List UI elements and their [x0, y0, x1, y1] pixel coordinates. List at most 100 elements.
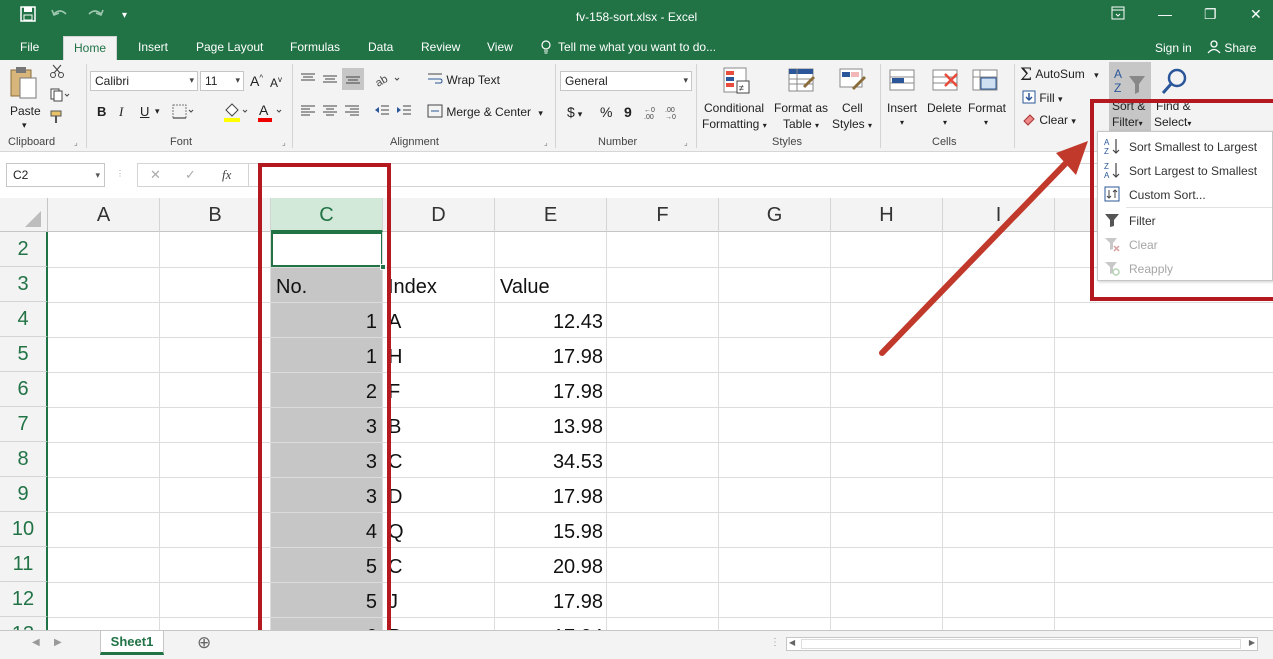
font-color-icon[interactable]: A — [256, 102, 284, 125]
paste-button[interactable]: Paste ▾ — [8, 66, 44, 130]
row-header-9[interactable]: 9 — [0, 477, 48, 512]
bold-button[interactable]: B — [97, 104, 106, 119]
underline-button[interactable]: U — [140, 104, 149, 119]
font-dialog-launcher-icon[interactable]: ⌟ — [282, 138, 286, 147]
cell-value[interactable]: 17.98 — [495, 337, 607, 372]
align-bottom-icon[interactable] — [342, 68, 364, 90]
tab-file[interactable]: File — [20, 40, 39, 54]
row-header-4[interactable]: 4 — [0, 302, 48, 337]
scroll-last-sheet-icon[interactable]: ▶ — [54, 637, 62, 648]
italic-button[interactable]: I — [119, 104, 123, 120]
row-header-2[interactable]: 2 — [0, 232, 48, 267]
cancel-entry-button[interactable]: ✕ — [150, 167, 161, 183]
row-header-5[interactable]: 5 — [0, 337, 48, 372]
cell-value[interactable]: 12.43 — [495, 302, 607, 337]
cell-value[interactable]: 17.98 — [495, 477, 607, 512]
column-header-e[interactable]: E — [495, 198, 607, 232]
scrollbar-thumb[interactable] — [801, 639, 1241, 649]
share-button[interactable]: Share — [1203, 37, 1260, 58]
cell-value[interactable]: 17.98 — [495, 582, 607, 617]
row-header-11[interactable]: 11 — [0, 547, 48, 582]
tab-data[interactable]: Data — [368, 40, 393, 54]
align-left-icon[interactable] — [300, 104, 316, 121]
cell-value[interactable]: 20.98 — [495, 547, 607, 582]
sign-in-link[interactable]: Sign in — [1155, 41, 1192, 55]
alignment-dialog-launcher-icon[interactable]: ⌟ — [544, 138, 548, 147]
tell-me-search[interactable]: Tell me what you want to do... — [558, 40, 716, 54]
row-header-8[interactable]: 8 — [0, 442, 48, 477]
underline-dropdown[interactable]: ▾ — [155, 106, 160, 117]
format-cells-button[interactable]: Format ▾ — [968, 64, 1008, 134]
insert-cells-button[interactable]: Insert ▾ — [884, 64, 922, 134]
cell-value[interactable]: 34.53 — [495, 442, 607, 477]
copy-icon[interactable] — [50, 88, 70, 105]
autosum-button[interactable]: Σ AutoSum ▾ — [1020, 65, 1099, 85]
align-top-icon[interactable] — [300, 72, 316, 89]
close-button[interactable]: ✕ — [1250, 6, 1262, 23]
cut-icon[interactable] — [50, 64, 64, 81]
currency-button[interactable]: $ ▾ — [567, 104, 582, 120]
column-header-d[interactable]: D — [383, 198, 495, 232]
row-header-13[interactable]: 13 — [0, 617, 48, 630]
restore-button[interactable]: ❐ — [1204, 6, 1217, 23]
column-header-f[interactable]: F — [607, 198, 719, 232]
wrap-text-button[interactable]: Wrap Text — [427, 72, 500, 87]
format-painter-icon[interactable] — [50, 110, 64, 127]
align-middle-icon[interactable] — [322, 72, 338, 89]
cell-value[interactable]: 17.98 — [495, 372, 607, 407]
conditional-formatting-button[interactable]: ≠ Conditional Formatting ▾ — [702, 64, 772, 134]
column-header-g[interactable]: G — [719, 198, 831, 232]
align-center-icon[interactable] — [322, 104, 338, 121]
tab-formulas[interactable]: Formulas — [290, 40, 340, 54]
number-format-select[interactable]: General ▾ — [560, 71, 692, 91]
new-sheet-button[interactable]: ⊕ — [197, 633, 211, 653]
select-all-corner[interactable] — [0, 198, 48, 232]
dialog-launcher-icon[interactable]: ⌟ — [74, 138, 78, 147]
insert-function-button[interactable]: fx — [222, 167, 231, 183]
increase-font-button[interactable]: A^ — [250, 73, 263, 89]
row-header-10[interactable]: 10 — [0, 512, 48, 547]
sheet-tab-sheet1[interactable]: Sheet1 — [100, 631, 164, 655]
row-header-6[interactable]: 6 — [0, 372, 48, 407]
row-header-7[interactable]: 7 — [0, 407, 48, 442]
delete-cells-button[interactable]: Delete ▾ — [926, 64, 966, 134]
tab-insert[interactable]: Insert — [138, 40, 168, 54]
percent-button[interactable]: % — [600, 104, 612, 120]
number-dialog-launcher-icon[interactable]: ⌟ — [684, 138, 688, 147]
tab-review[interactable]: Review — [421, 40, 460, 54]
cell-value[interactable]: 17.94 — [495, 617, 607, 630]
orientation-icon[interactable]: ab — [373, 70, 402, 91]
comma-button[interactable]: 9 — [624, 104, 632, 120]
decrease-decimal-icon[interactable]: .00 →0 — [665, 105, 683, 122]
tab-home[interactable]: Home — [63, 36, 118, 60]
cell-value[interactable]: 15.98 — [495, 512, 607, 547]
column-header-b[interactable]: B — [160, 198, 271, 232]
merge-center-button[interactable]: Merge & Center ▾ — [427, 104, 543, 119]
decrease-font-button[interactable]: Av — [270, 75, 282, 90]
horizontal-scrollbar[interactable]: ◀ ▶ — [786, 637, 1258, 651]
font-name-select[interactable]: Calibri ▾ — [90, 71, 198, 91]
tab-split-handle[interactable]: ⋮ — [770, 637, 780, 648]
column-header-a[interactable]: A — [48, 198, 160, 232]
minimize-button[interactable]: — — [1158, 6, 1172, 22]
fill-button[interactable]: Fill ▾ — [1022, 90, 1063, 105]
align-right-icon[interactable] — [344, 104, 360, 121]
decrease-indent-icon[interactable] — [374, 104, 390, 121]
cell-e3[interactable]: Value — [500, 267, 550, 302]
row-header-12[interactable]: 12 — [0, 582, 48, 617]
cell-styles-button[interactable]: Cell Styles ▾ — [832, 64, 876, 134]
cell-value[interactable]: 13.98 — [495, 407, 607, 442]
increase-decimal-icon[interactable]: ←0.00 — [644, 105, 662, 122]
scroll-first-sheet-icon[interactable]: ◀ — [32, 637, 40, 648]
fill-color-icon[interactable] — [222, 102, 250, 125]
enter-entry-button[interactable]: ✓ — [185, 167, 196, 183]
tab-view[interactable]: View — [487, 40, 513, 54]
name-box[interactable]: C2 ▾ — [6, 163, 105, 187]
borders-icon[interactable] — [172, 104, 196, 123]
increase-indent-icon[interactable] — [396, 104, 412, 121]
font-size-select[interactable]: 11 ▾ — [200, 71, 244, 91]
scroll-left-icon[interactable]: ◀ — [789, 638, 795, 647]
clear-button[interactable]: Clear ▾ — [1022, 112, 1076, 127]
row-header-3[interactable]: 3 — [0, 267, 48, 302]
ribbon-display-icon[interactable] — [1111, 6, 1125, 23]
